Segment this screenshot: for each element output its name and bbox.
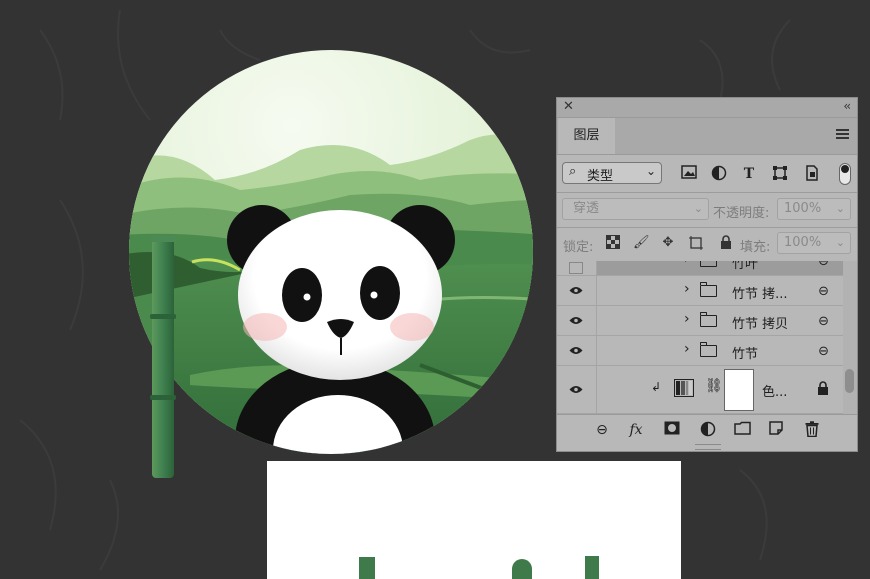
filter-type-select[interactable]: ⌕ 类型 ⌄ [562, 162, 662, 184]
panel-footer: ⊖ fx [557, 414, 857, 445]
layers-list: › 竹叶 ⊖ › 竹节 拷... ⊖ › 竹节 拷贝 ⊖ [557, 261, 843, 414]
visibility-toggle[interactable] [557, 276, 597, 305]
tab-layers[interactable]: 图层 [558, 118, 615, 154]
chevron-right-icon[interactable]: › [684, 281, 690, 297]
eye-icon [569, 317, 583, 324]
scrollbar-thumb[interactable] [845, 369, 854, 393]
layer-name: 色... [762, 385, 788, 400]
layers-panel: ✕ ‹‹ 图层 ⌕ 类型 ⌄ T 穿透 ⌄ 不透明度: 100% ⌄ 锁定: 🖌… [556, 97, 858, 452]
layers-scrollbar[interactable] [843, 261, 857, 414]
link-layers-icon[interactable]: ⊖ [593, 421, 611, 439]
search-icon: ⌕ [569, 164, 577, 179]
clipping-mask-icon: ↲ [651, 380, 662, 394]
smart-object-filter-icon[interactable] [803, 165, 821, 183]
panel-title-bar[interactable]: ✕ ‹‹ [557, 98, 857, 118]
layer-name: 竹节 [732, 347, 759, 362]
layer-row-adjustment[interactable]: ↲ ⛓ 色... [557, 366, 843, 414]
link-icon: ⊖ [818, 284, 829, 299]
fill-label: 填充: [740, 240, 771, 255]
folder-icon [699, 342, 717, 357]
blend-mode-select[interactable]: 穿透 ⌄ [562, 198, 709, 220]
visibility-toggle[interactable] [557, 366, 597, 413]
bamboo-stalk [150, 236, 176, 478]
link-icon: ⊖ [818, 344, 829, 359]
add-mask-icon[interactable] [663, 421, 681, 439]
lock-row: 锁定: 🖌 ✥ 填充: 100% ⌄ [557, 227, 857, 261]
lock-position-icon[interactable]: ✥ [660, 235, 676, 251]
shape-filter-icon[interactable] [771, 165, 789, 183]
fx-button[interactable]: fx [627, 421, 645, 439]
eye-icon [569, 347, 583, 354]
new-group-icon[interactable] [733, 421, 751, 439]
resize-grip[interactable] [695, 444, 721, 450]
chevron-down-icon: ⌄ [693, 202, 703, 215]
opacity-label: 不透明度: [713, 206, 770, 221]
chevron-right-icon[interactable]: › [684, 311, 690, 327]
layer-mask-thumbnail[interactable] [724, 369, 754, 411]
trash-icon[interactable] [803, 421, 821, 439]
chevron-right-icon[interactable]: › [684, 341, 690, 357]
link-icon: ⊖ [818, 314, 829, 329]
chain-link-icon[interactable]: ⛓ [705, 378, 723, 394]
visibility-toggle[interactable] [557, 261, 597, 275]
chevron-down-icon: ⌄ [835, 236, 845, 249]
filter-toggle[interactable] [839, 163, 851, 185]
panel-tab-bar: 图层 [557, 118, 857, 155]
panel-menu-icon[interactable] [836, 129, 849, 140]
text-filter-icon[interactable]: T [740, 165, 758, 183]
image-filter-icon[interactable] [680, 165, 698, 183]
chevron-down-icon: ⌄ [835, 202, 845, 215]
layer-row[interactable]: › 竹节 ⊖ [557, 336, 843, 366]
adjustment-layer-icon[interactable] [699, 421, 717, 439]
lock-label: 锁定: [563, 240, 594, 255]
fill-field[interactable]: 100% ⌄ [777, 232, 851, 254]
lock-artboard-icon[interactable] [688, 235, 704, 251]
folder-icon [699, 312, 717, 327]
layer-name: 竹节 拷... [732, 287, 788, 302]
layer-row[interactable]: › 竹节 拷... ⊖ [557, 276, 843, 306]
folder-icon [699, 282, 717, 297]
collapse-icon[interactable]: ‹‹ [843, 99, 850, 113]
folder-icon [700, 261, 717, 267]
eye-icon [569, 287, 583, 294]
eye-icon [569, 386, 583, 393]
layer-name: 竹叶 [732, 261, 759, 272]
adjustment-filter-icon[interactable] [710, 165, 728, 183]
document-preview [267, 461, 681, 579]
gradient-map-icon [674, 379, 694, 397]
layer-row-bamboo-leaves[interactable]: › 竹叶 ⊖ [557, 261, 843, 276]
lock-transparent-pixels-icon[interactable] [605, 235, 621, 251]
visibility-toggle[interactable] [557, 336, 597, 365]
new-layer-icon[interactable] [767, 421, 785, 439]
lock-image-pixels-icon[interactable]: 🖌 [633, 235, 650, 251]
layer-name: 竹节 拷贝 [732, 317, 789, 332]
layer-filter-row: ⌕ 类型 ⌄ T [557, 155, 857, 191]
visibility-toggle[interactable] [557, 306, 597, 335]
link-icon: ⊖ [818, 261, 829, 269]
lock-icon [817, 380, 829, 399]
opacity-field[interactable]: 100% ⌄ [777, 198, 851, 220]
lock-all-icon[interactable] [718, 235, 734, 251]
blend-row: 穿透 ⌄ 不透明度: 100% ⌄ [557, 192, 857, 226]
chevron-right-icon[interactable]: › [684, 261, 690, 267]
chevron-down-icon: ⌄ [645, 164, 656, 178]
close-icon[interactable]: ✕ [563, 99, 574, 114]
layer-row[interactable]: › 竹节 拷贝 ⊖ [557, 306, 843, 336]
